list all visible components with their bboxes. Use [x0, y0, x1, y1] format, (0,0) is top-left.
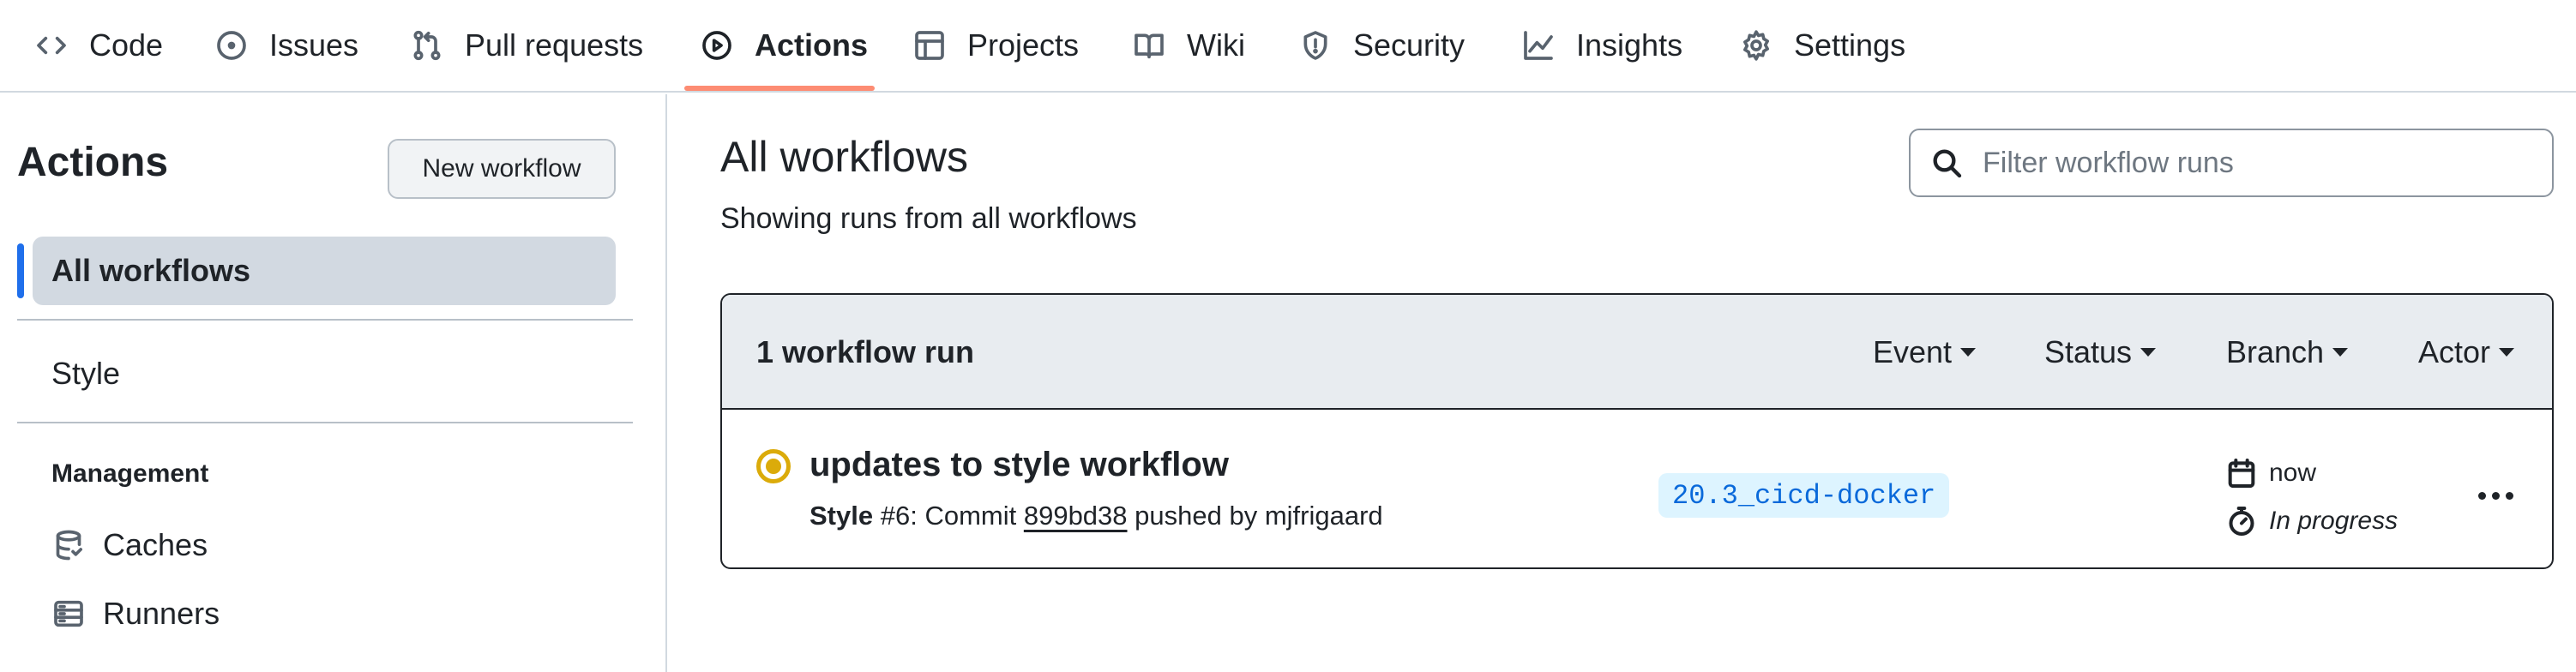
caret-down-icon: [1960, 348, 1977, 357]
commit-sha-link[interactable]: 899bd38: [1024, 501, 1128, 531]
caret-down-icon: [2140, 348, 2157, 357]
divider: [17, 319, 633, 321]
run-timestamp: now: [2224, 454, 2316, 492]
kebab-dot: [2505, 491, 2513, 500]
run-title-link[interactable]: updates to style workflow: [810, 446, 1229, 483]
tab-label: Insights: [1576, 27, 1683, 63]
tab-label: Projects: [967, 27, 1080, 63]
sidebar-item-style[interactable]: Style: [51, 348, 120, 399]
book-icon: [1135, 33, 1164, 59]
repo-nav: Code Issues Pull requests Actions Projec…: [0, 0, 2576, 93]
tab-label: Pull requests: [465, 27, 644, 63]
run-number: #6: Commit: [880, 501, 1017, 531]
database-icon: [56, 530, 82, 561]
sidebar-item-caches[interactable]: Caches: [51, 519, 208, 571]
tab-label: Actions: [755, 27, 869, 63]
sidebar-item-label: Caches: [103, 527, 208, 562]
run-pushed-by: pushed by mjfrigaard: [1135, 501, 1383, 531]
tab-pull-requests[interactable]: Pull requests: [410, 0, 643, 91]
table-icon: [915, 31, 944, 60]
tab-label: Code: [89, 27, 164, 63]
tab-security[interactable]: Security: [1298, 0, 1465, 91]
run-meta: Style #6: Commit 899bd38 pushed by mjfri…: [810, 501, 1383, 531]
actions-sidebar: Actions New workflow All workflows Style…: [0, 94, 667, 672]
page-title: All workflows: [720, 133, 968, 181]
tab-projects[interactable]: Projects: [912, 0, 1079, 91]
active-tab-underline: [684, 86, 875, 91]
kebab-dot: [2491, 491, 2500, 500]
divider: [17, 422, 633, 423]
run-when: now: [2269, 459, 2317, 487]
sidebar-item-label: All workflows: [51, 253, 251, 288]
runs-count: 1 workflow run: [756, 334, 975, 369]
sidebar-item-label: Runners: [103, 596, 220, 631]
management-heading: Management: [51, 459, 209, 488]
play-icon: [702, 31, 731, 60]
tab-insights[interactable]: Insights: [1521, 0, 1682, 91]
kebab-dot: [2477, 491, 2486, 500]
gear-icon: [1743, 30, 1769, 61]
filter-label: Branch: [2226, 334, 2325, 369]
filter-input[interactable]: [1983, 146, 2531, 180]
issue-opened-icon: [217, 31, 246, 60]
caret-down-icon: [2332, 348, 2349, 357]
tab-label: Wiki: [1187, 27, 1245, 63]
workflow-runs-list: 1 workflow run Event Status Branch Actor…: [720, 293, 2554, 569]
tab-issues[interactable]: Issues: [214, 0, 358, 91]
branch-filter[interactable]: Branch: [2226, 295, 2349, 410]
new-workflow-button[interactable]: New workflow: [388, 139, 616, 199]
graph-icon: [1524, 31, 1553, 60]
run-duration: In progress: [2224, 502, 2398, 540]
run-duration-label: In progress: [2269, 507, 2398, 535]
page-subtitle: Showing runs from all workflows: [720, 202, 1137, 235]
tab-code[interactable]: Code: [34, 0, 163, 91]
code-icon: [37, 36, 66, 55]
filter-label: Event: [1873, 334, 1953, 369]
caret-down-icon: [2499, 348, 2515, 357]
tab-label: Security: [1353, 27, 1466, 63]
git-pull-request-icon: [413, 30, 441, 61]
run-menu-button[interactable]: [2463, 463, 2528, 528]
tab-actions[interactable]: Actions: [700, 0, 868, 91]
shield-icon: [1303, 31, 1327, 60]
sidebar-title: Actions: [17, 140, 169, 185]
filter-label: Status: [2044, 334, 2133, 369]
tab-settings[interactable]: Settings: [1739, 0, 1905, 91]
stopwatch-icon: [2229, 507, 2254, 536]
tab-wiki[interactable]: Wiki: [1132, 0, 1245, 91]
tab-label: Issues: [269, 27, 359, 63]
search-icon: [1933, 149, 1962, 178]
tab-label: Settings: [1794, 27, 1906, 63]
server-icon: [54, 600, 83, 627]
runs-header: 1 workflow run Event Status Branch Actor: [722, 295, 2552, 410]
status-filter[interactable]: Status: [2044, 295, 2157, 410]
filter-label: Actor: [2418, 334, 2491, 369]
selected-indicator: [17, 243, 24, 298]
actor-filter[interactable]: Actor: [2418, 295, 2515, 410]
filter-workflow-runs[interactable]: [1909, 129, 2554, 197]
in-progress-status-icon: [756, 449, 791, 483]
calendar-icon: [2228, 459, 2255, 488]
event-filter[interactable]: Event: [1873, 295, 1977, 410]
run-workflow-name: Style: [810, 501, 874, 531]
sidebar-item-runners[interactable]: Runners: [51, 588, 220, 639]
branch-label[interactable]: 20.3_cicd-docker: [1658, 473, 1950, 518]
